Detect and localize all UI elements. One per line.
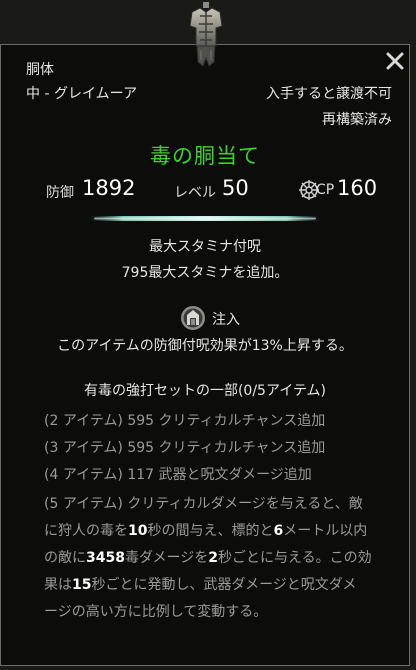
chest-armor-icon bbox=[189, 2, 223, 67]
set-title: 有毒の強打セットの一部(0/5アイテム) bbox=[83, 383, 327, 399]
infused-trait-icon bbox=[181, 306, 205, 330]
set-bonus-5-text: 秒ごとに発動し、武器ダメージと呪文ダメ bbox=[91, 577, 357, 593]
highlight-number: 10 bbox=[128, 523, 148, 539]
set-bonus-5-text: (5 アイテム) クリティカルダメージを与えると、敵 bbox=[44, 496, 363, 512]
set-bonus-5-text: ージの高い方に比例して変動する。 bbox=[44, 604, 268, 620]
highlight-number: 2 bbox=[208, 550, 219, 566]
level-value: 50 bbox=[222, 176, 249, 200]
divider bbox=[88, 216, 322, 221]
armor-type: 中 - グレイムーア bbox=[26, 86, 138, 102]
set-bonus-5-text: 秒の間与え、標的と bbox=[147, 523, 274, 539]
set-bonus-5-text: メートル以内 bbox=[283, 523, 368, 539]
item-name: 毒の胴当て bbox=[150, 144, 260, 168]
stats-row: 防御 1892 レベル 50 CP 160 bbox=[0, 176, 410, 206]
set-bonus-5-line: ージの高い方に比例して変動する。 bbox=[44, 599, 396, 626]
reconstruct-status: 再構築済み bbox=[322, 112, 392, 128]
set-bonus-5-text: 毒ダメージを bbox=[124, 550, 209, 566]
set-bonus-2: (2 アイテム) 595 クリティカルチャンス追加 bbox=[44, 413, 326, 429]
set-bonus-3: (3 アイテム) 595 クリティカルチャンス追加 bbox=[44, 440, 326, 456]
set-bonus-5-text: に狩人の毒を bbox=[44, 523, 128, 539]
trait-desc: このアイテムの防御付呪効果が13%上昇する。 bbox=[57, 338, 353, 354]
set-bonus-5-text: 果は bbox=[44, 577, 72, 593]
close-icon[interactable] bbox=[386, 52, 404, 70]
highlight-number: 3458 bbox=[86, 550, 125, 566]
item-slot: 胴体 bbox=[26, 62, 54, 78]
highlight-number: 6 bbox=[273, 523, 284, 539]
highlight-number: 15 bbox=[72, 577, 92, 593]
armor-label: 防御 bbox=[46, 185, 74, 201]
level-label: レベル bbox=[174, 185, 216, 201]
cp-label: CP bbox=[316, 182, 335, 198]
trait-name: 注入 bbox=[212, 312, 240, 328]
set-bonus-5-line: (5 アイテム) クリティカルダメージを与えると、敵 bbox=[44, 491, 396, 518]
set-bonus-5-text: 秒ごとに与える。この効 bbox=[218, 550, 372, 566]
set-bonus-5-line: に狩人の毒を10秒の間与え、標的と6メートル以内 bbox=[44, 518, 396, 545]
enchant-title: 最大スタミナ付呪 bbox=[149, 239, 261, 255]
bind-status: 入手すると譲渡不可 bbox=[266, 86, 392, 102]
armor-value: 1892 bbox=[82, 176, 136, 200]
set-bonus-5-line: の敵に3458毒ダメージを2秒ごとに与える。この効 bbox=[44, 545, 396, 572]
set-bonus-5-line: 果は15秒ごとに発動し、武器ダメージと呪文ダメ bbox=[44, 572, 396, 599]
set-bonus-5: (5 アイテム) クリティカルダメージを与えると、敵 に狩人の毒を10秒の間与え、… bbox=[44, 491, 396, 626]
set-bonus-4: (4 アイテム) 117 武器と呪文ダメージ追加 bbox=[44, 467, 312, 483]
cp-value: 160 bbox=[337, 176, 378, 200]
enchant-desc: 795最大スタミナを追加。 bbox=[121, 265, 289, 281]
set-bonus-5-text: の敵に bbox=[44, 550, 86, 566]
